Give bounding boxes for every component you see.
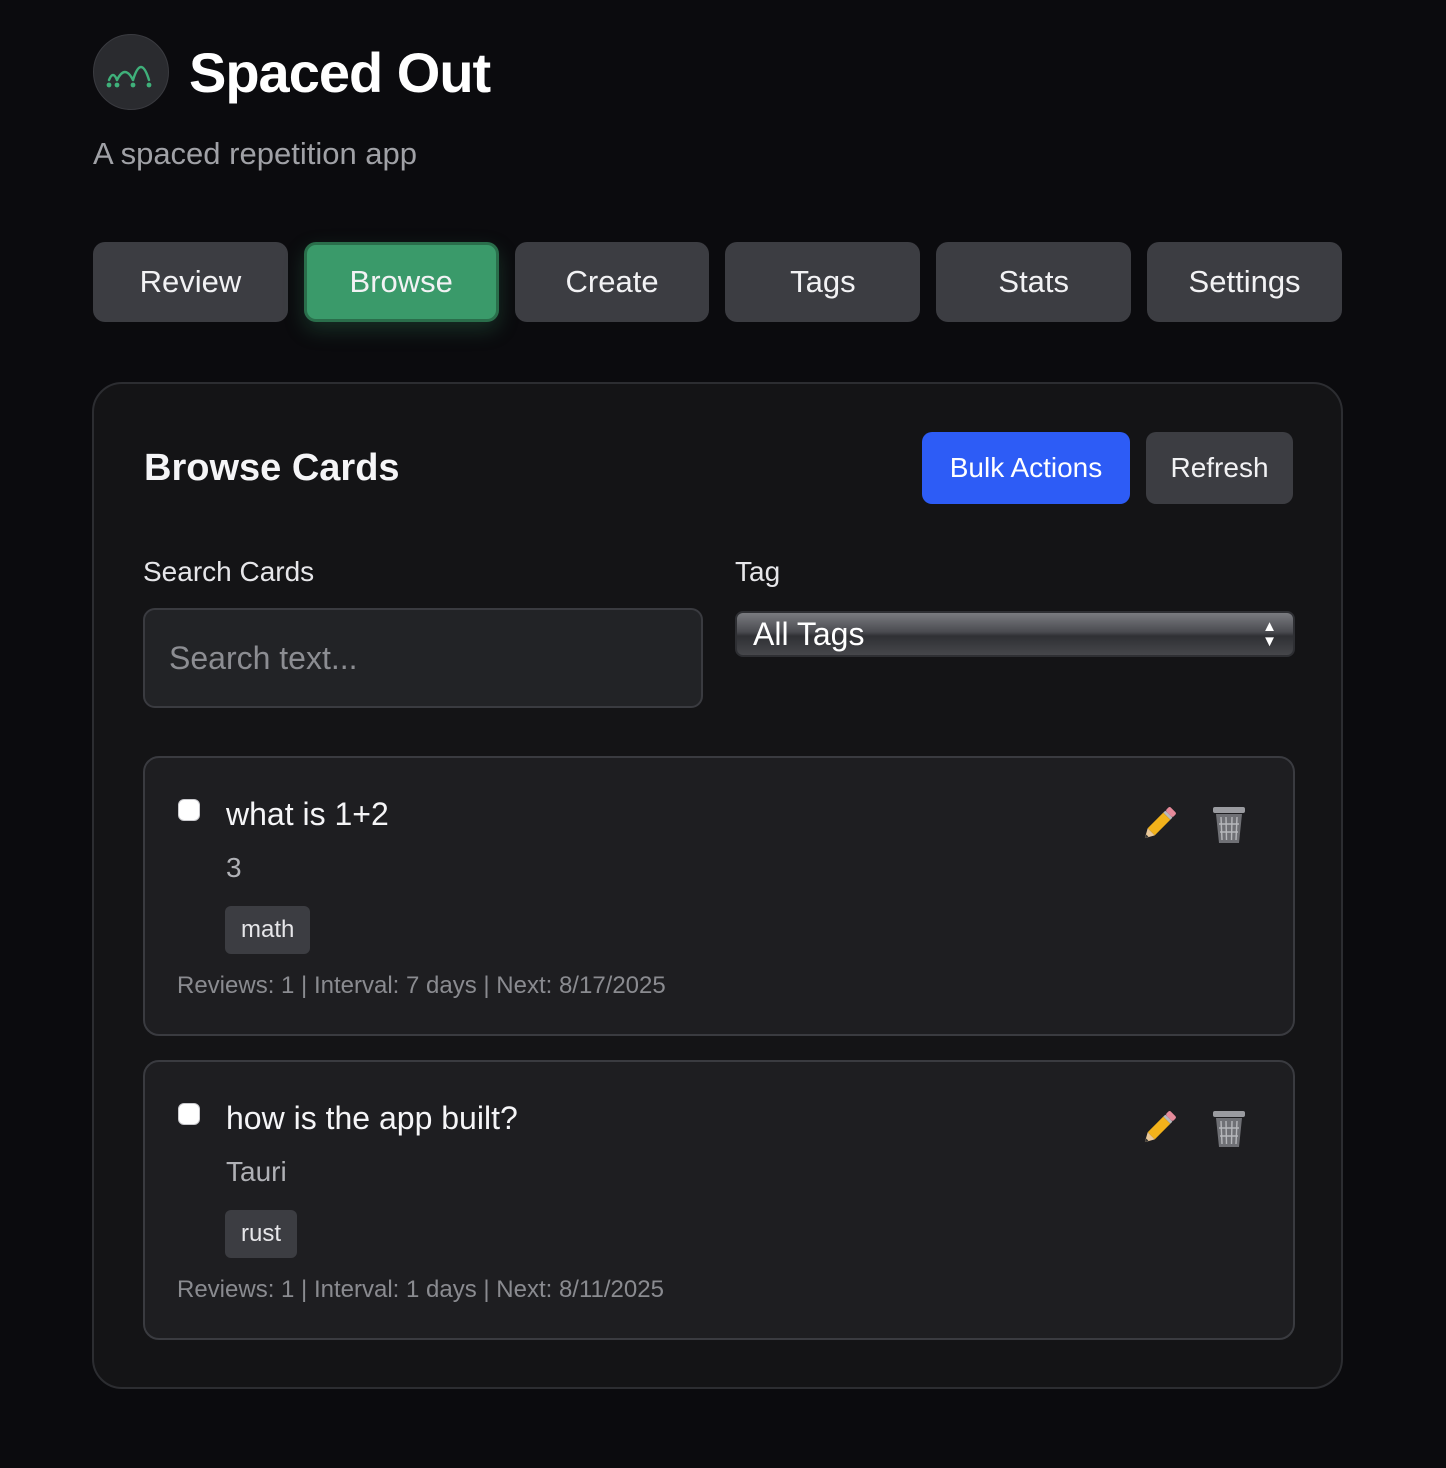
panel-actions: Bulk Actions Refresh (922, 432, 1293, 504)
card-checkbox[interactable] (178, 1103, 200, 1125)
pencil-icon[interactable] (1137, 802, 1181, 846)
logo-icon (93, 34, 169, 110)
app-root: Spaced Out A spaced repetition app Revie… (92, 34, 1343, 1389)
trash-icon[interactable] (1207, 1106, 1251, 1150)
card-meta: Reviews: 1 | Interval: 1 days | Next: 8/… (177, 1276, 664, 1303)
card-answer: 3 (226, 852, 242, 883)
tab-stats[interactable]: Stats (936, 242, 1132, 322)
tab-tags[interactable]: Tags (725, 242, 921, 322)
tab-create[interactable]: Create (514, 242, 710, 322)
app-title: Spaced Out (189, 40, 491, 104)
card-tag: rust (225, 1210, 298, 1258)
pencil-icon[interactable] (1137, 1106, 1181, 1150)
tab-browse[interactable]: Browse (303, 242, 499, 322)
card-item: how is the app built? Tauri rust Reviews… (143, 1060, 1295, 1340)
bulk-actions-button[interactable]: Bulk Actions (922, 432, 1130, 504)
card-question: what is 1+2 (226, 796, 389, 832)
search-input[interactable] (143, 608, 703, 708)
tag-select[interactable]: All Tags ▲ ▼ (735, 611, 1295, 657)
select-arrows-icon: ▲ ▼ (1262, 618, 1277, 650)
refresh-button[interactable]: Refresh (1146, 432, 1293, 504)
card-question: how is the app built? (226, 1100, 518, 1136)
search-label: Search Cards (143, 556, 315, 587)
card-meta: Reviews: 1 | Interval: 7 days | Next: 8/… (177, 972, 666, 999)
tab-settings[interactable]: Settings (1147, 242, 1342, 322)
tab-review[interactable]: Review (93, 242, 288, 322)
card-answer: Tauri (226, 1156, 287, 1187)
app-subtitle: A spaced repetition app (93, 136, 418, 171)
panel-header: Browse Cards Bulk Actions Refresh (144, 432, 1293, 504)
panel-title: Browse Cards (144, 446, 400, 489)
main-nav: Review Browse Create Tags Stats Settings (93, 242, 1342, 322)
tag-label: Tag (735, 556, 781, 587)
trash-icon[interactable] (1207, 802, 1251, 846)
card-checkbox[interactable] (178, 799, 200, 821)
tag-select-value: All Tags (753, 615, 865, 652)
app-header: Spaced Out (93, 34, 1342, 110)
browse-panel: Browse Cards Bulk Actions Refresh Search… (92, 382, 1343, 1389)
card-item: what is 1+2 3 math Reviews: 1 | Interval… (143, 756, 1295, 1036)
card-tag: math (225, 906, 311, 954)
